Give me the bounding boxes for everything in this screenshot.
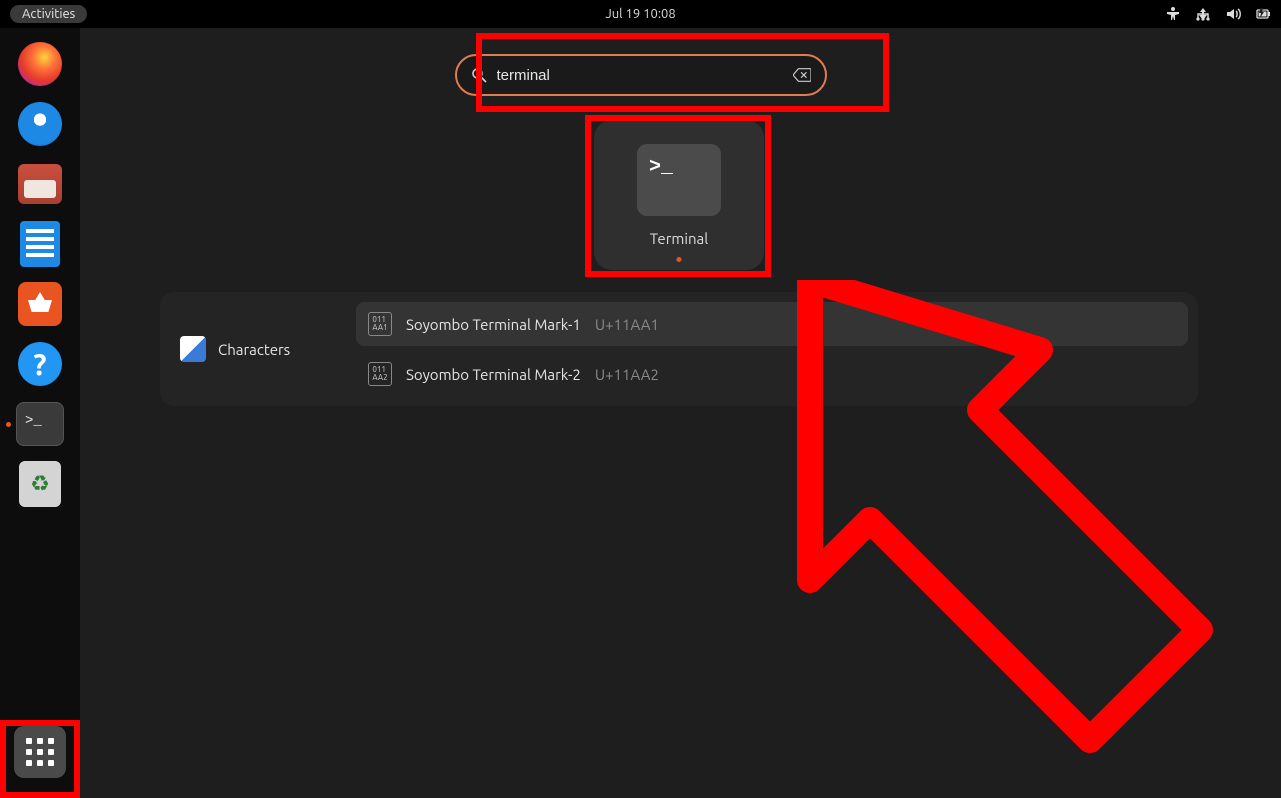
search-icon	[471, 67, 487, 83]
search-input[interactable]	[497, 67, 783, 84]
glyph-icon: 011AA1	[368, 312, 392, 336]
characters-provider-label: Characters	[218, 341, 290, 358]
accessibility-icon	[1165, 6, 1181, 22]
glyph-icon: 011AA2	[368, 362, 392, 386]
thunderbird-icon	[18, 102, 62, 146]
dock-files[interactable]	[16, 160, 64, 208]
activities-button[interactable]: Activities	[10, 5, 87, 23]
software-icon	[18, 282, 62, 326]
terminal-icon: >_	[16, 402, 64, 446]
dock-thunderbird[interactable]	[16, 100, 64, 148]
characters-provider-header[interactable]: Characters	[170, 302, 346, 396]
character-code: U+11AA2	[595, 366, 659, 383]
battery-icon	[1255, 6, 1271, 22]
search-result-terminal[interactable]: >_ Terminal	[594, 120, 764, 270]
help-icon: ?	[18, 342, 62, 386]
dock-help[interactable]: ?	[16, 340, 64, 388]
character-name: Soyombo Terminal Mark-2	[406, 366, 581, 383]
dock-terminal[interactable]: >_	[16, 400, 64, 448]
character-code: U+11AA1	[595, 316, 659, 333]
dock-trash[interactable]	[16, 460, 64, 508]
trash-icon	[19, 461, 61, 507]
writer-icon	[20, 221, 60, 267]
dock-firefox[interactable]	[16, 40, 64, 88]
dock: ? >_	[0, 28, 80, 798]
firefox-icon	[18, 42, 62, 86]
search-field[interactable]	[455, 54, 827, 96]
characters-icon	[180, 336, 206, 362]
search-result-label: Terminal	[650, 230, 708, 247]
files-icon	[18, 164, 62, 204]
clock[interactable]: Jul 19 10:08	[605, 7, 675, 21]
top-bar: Activities Jul 19 10:08	[0, 0, 1281, 28]
search-provider-characters: Characters 011AA1 Soyombo Terminal Mark-…	[160, 292, 1198, 406]
dock-software[interactable]	[16, 280, 64, 328]
show-applications-button[interactable]	[14, 726, 66, 778]
running-indicator-icon	[677, 257, 682, 262]
characters-result-row[interactable]: 011AA1 Soyombo Terminal Mark-1 U+11AA1	[356, 302, 1188, 346]
character-name: Soyombo Terminal Mark-1	[406, 316, 581, 333]
terminal-app-icon: >_	[637, 144, 721, 216]
dock-writer[interactable]	[16, 220, 64, 268]
characters-result-row[interactable]: 011AA2 Soyombo Terminal Mark-2 U+11AA2	[356, 352, 1188, 396]
characters-result-rows: 011AA1 Soyombo Terminal Mark-1 U+11AA1 0…	[356, 302, 1188, 396]
network-icon	[1195, 6, 1211, 22]
clear-search-icon[interactable]	[793, 68, 811, 82]
volume-icon	[1225, 6, 1241, 22]
system-tray[interactable]	[1165, 6, 1271, 22]
